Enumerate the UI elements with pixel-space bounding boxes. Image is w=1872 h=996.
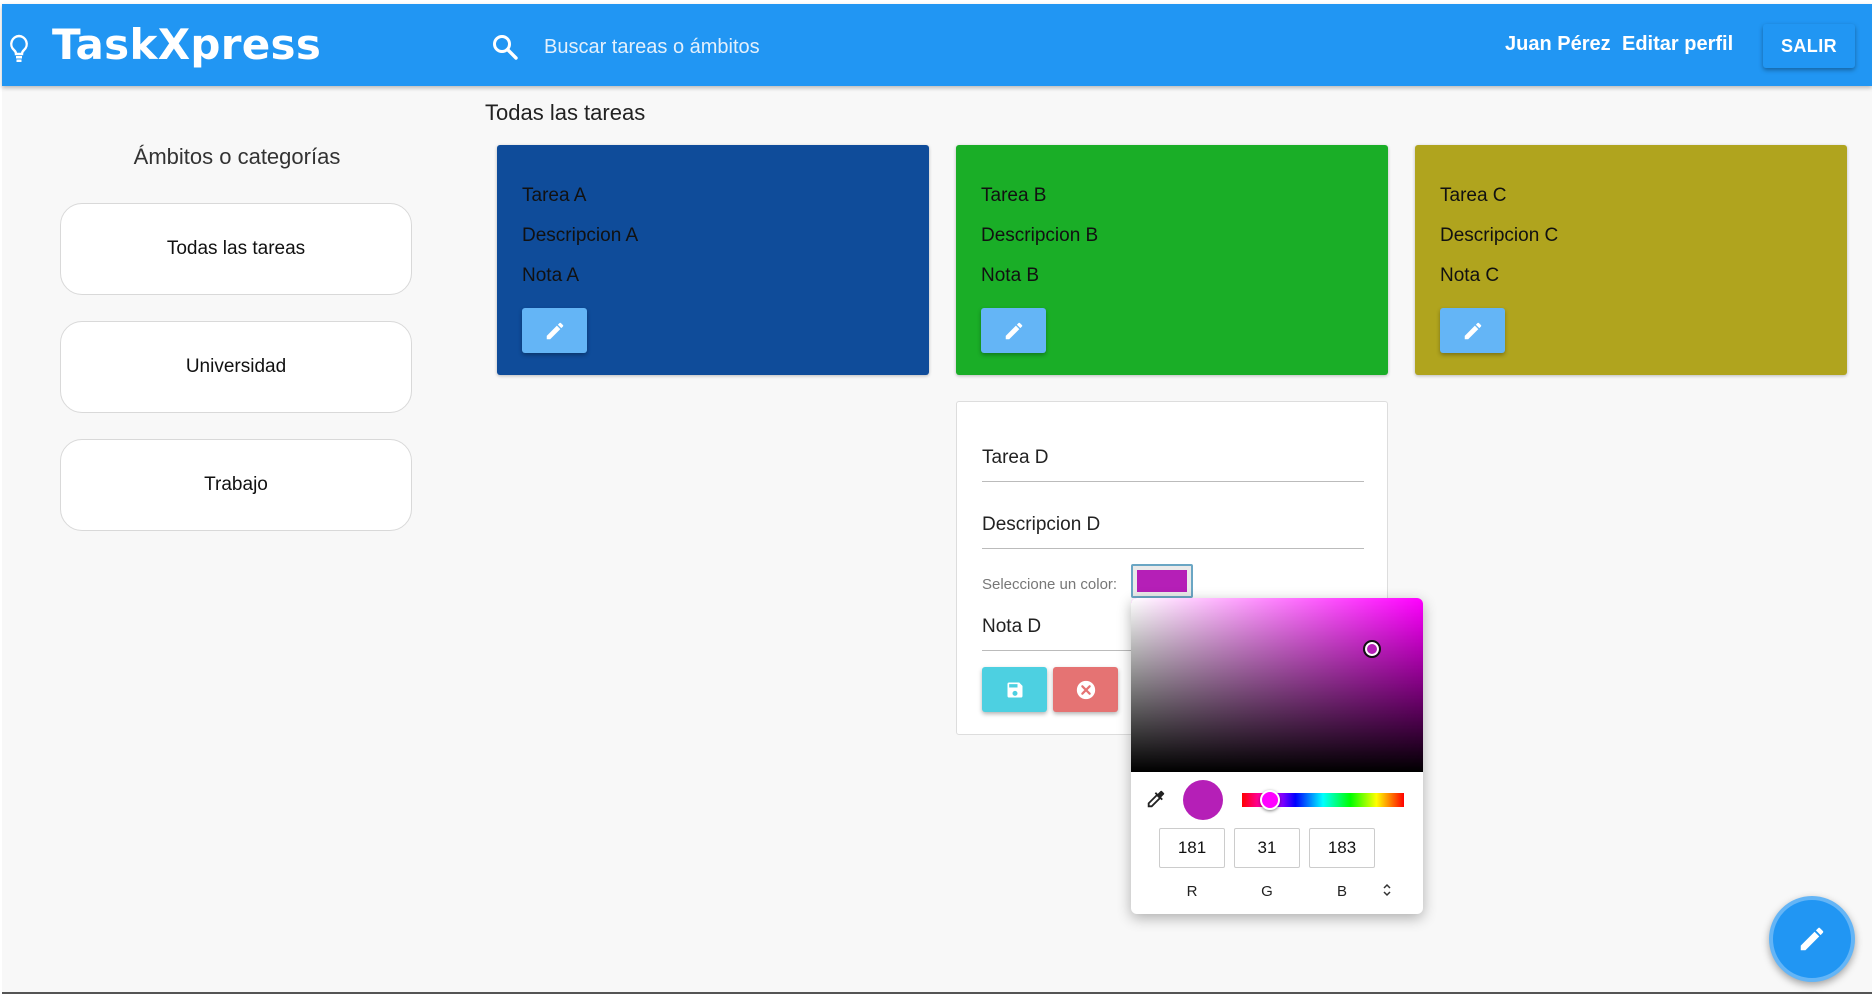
pencil-icon: [546, 322, 563, 339]
task-note: Nota A: [522, 265, 580, 286]
pencil-icon: [1800, 927, 1824, 951]
blue-input[interactable]: [1309, 828, 1375, 868]
task-description: Descripcion A: [522, 225, 639, 246]
section-title: Todas las tareas: [485, 100, 646, 125]
chevron-updown-icon[interactable]: [1381, 882, 1393, 898]
task-title-field[interactable]: Tarea D: [982, 447, 1364, 482]
color-picker-popup: R G B: [1131, 598, 1423, 914]
red-label: R: [1186, 883, 1198, 900]
selected-color-swatch: [1137, 570, 1187, 592]
app-bar: TaskXpress Juan Pérez Editar perfil SALI…: [2, 4, 1872, 86]
current-color-preview: [1183, 780, 1223, 820]
sidebar-item-all-tasks[interactable]: Todas las tareas: [60, 203, 412, 295]
cancel-button[interactable]: [1053, 667, 1118, 712]
blue-label: B: [1336, 883, 1347, 900]
lightbulb-icon: [10, 34, 28, 62]
pencil-icon: [1005, 322, 1022, 339]
task-title: Tarea A: [522, 185, 587, 206]
task-note: Nota C: [1440, 265, 1500, 286]
task-title: Tarea B: [981, 185, 1047, 206]
user-name[interactable]: Juan Pérez: [1505, 33, 1611, 56]
edit-task-button[interactable]: [981, 308, 1046, 353]
page: TaskXpress Juan Pérez Editar perfil SALI…: [2, 4, 1872, 994]
save-button[interactable]: [982, 667, 1047, 712]
saturation-handle[interactable]: [1363, 640, 1381, 658]
red-input[interactable]: [1159, 828, 1225, 868]
task-title: Tarea C: [1440, 185, 1507, 206]
edit-task-button[interactable]: [1440, 308, 1505, 353]
pencil-icon: [1464, 322, 1481, 339]
green-input[interactable]: [1234, 828, 1300, 868]
search-icon[interactable]: [492, 34, 518, 60]
save-icon: [1007, 682, 1022, 697]
sidebar-item-trabajo[interactable]: Trabajo: [60, 439, 412, 531]
sidebar-item-universidad[interactable]: Universidad: [60, 321, 412, 413]
task-description: Descripcion C: [1440, 225, 1559, 246]
task-card-b: Tarea B Descripcion B Nota B: [956, 145, 1388, 375]
task-note: Nota B: [981, 265, 1040, 286]
app-brand[interactable]: TaskXpress: [52, 20, 321, 69]
edit-task-button[interactable]: [522, 308, 587, 353]
eyedropper-icon[interactable]: [1145, 788, 1167, 810]
task-description-field[interactable]: Descripcion D: [982, 514, 1364, 549]
color-label: Seleccione un color:: [982, 576, 1118, 593]
logout-button[interactable]: SALIR: [1763, 24, 1855, 68]
sidebar-title: Ámbitos o categorías: [133, 144, 341, 169]
add-task-fab[interactable]: [1769, 896, 1855, 982]
green-label: G: [1261, 883, 1273, 900]
task-card-c: Tarea C Descripcion C Nota C: [1415, 145, 1847, 375]
hue-handle[interactable]: [1260, 790, 1280, 810]
saturation-value-area[interactable]: [1131, 598, 1423, 772]
cancel-icon: [1076, 680, 1095, 699]
task-card-a: Tarea A Descripcion A Nota A: [497, 145, 929, 375]
color-picker-button[interactable]: [1131, 564, 1193, 598]
search-input[interactable]: [544, 32, 1064, 62]
task-description: Descripcion B: [981, 225, 1099, 246]
edit-profile-link[interactable]: Editar perfil: [1622, 33, 1733, 56]
